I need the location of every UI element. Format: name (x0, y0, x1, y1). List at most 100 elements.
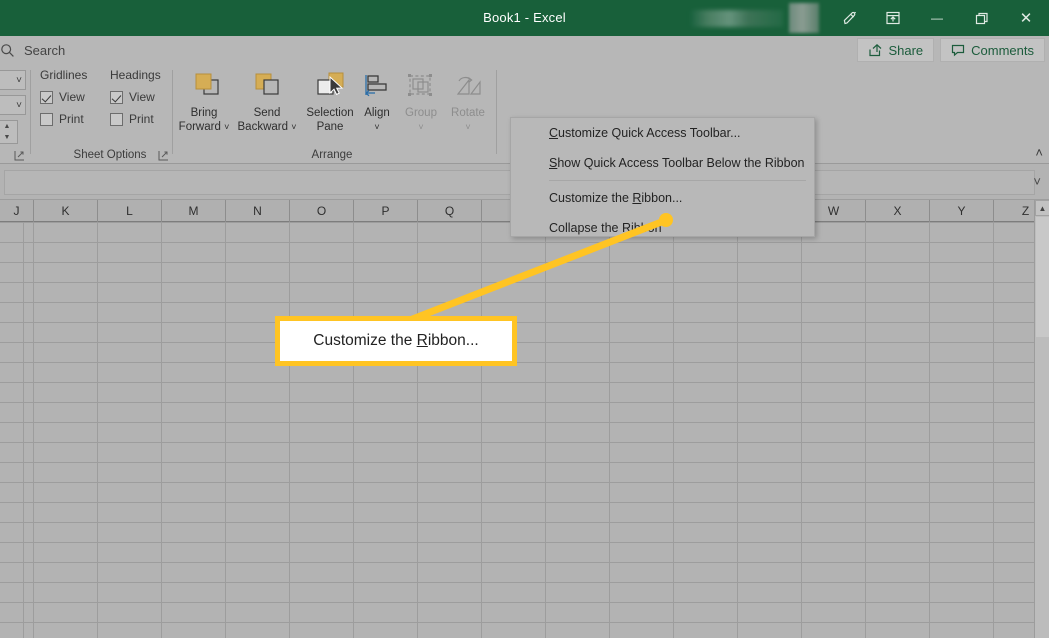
context-menu-item-label: Collapse the Ribbon (549, 221, 662, 235)
context-menu-item-3[interactable]: Collapse the Ribbon (511, 213, 814, 243)
restore-button[interactable] (959, 0, 1003, 36)
send-backward-button[interactable]: Send Backward ˅ (235, 66, 299, 144)
redacted-account-name (691, 9, 783, 27)
share-comments-group: Share Comments (857, 38, 1045, 62)
rotate-icon (452, 69, 484, 103)
minimize-button[interactable]: — (915, 0, 959, 36)
gridlines-view-checkbox[interactable]: View (40, 86, 106, 108)
headings-view-checkbox[interactable]: View (110, 86, 176, 108)
ribbon-group-scale-to-fit: c ˅ c ˅ ▲ ▼ (0, 64, 34, 164)
arrange-group-label: Arrange (311, 149, 353, 161)
search-input[interactable]: Search (0, 39, 192, 61)
close-button[interactable]: ✕ (1003, 0, 1049, 36)
search-and-share-row: Search Share Comments (0, 36, 1049, 64)
checkbox-checked-icon (110, 90, 123, 104)
chevron-down-icon: ˅ (465, 122, 471, 132)
column-header-O[interactable]: O (290, 200, 354, 222)
ribbon-display-options-icon[interactable] (871, 0, 915, 36)
context-menu-item-label: Customize the Ribbon... (549, 191, 683, 205)
ribbon-group-sheet-options: Gridlines View Print Headings View Print… (40, 64, 180, 164)
chevron-down-icon: ˅ (16, 99, 22, 111)
selection-pane-label: Selection Pane (306, 107, 354, 133)
comment-bubble-icon (952, 44, 965, 57)
gridlines-print-label: Print (59, 112, 84, 126)
column-header-M[interactable]: M (162, 200, 226, 222)
column-header-Y[interactable]: Y (930, 200, 994, 222)
headings-header: Headings (110, 68, 161, 82)
sheet-options-dialog-launcher[interactable] (158, 148, 170, 161)
headings-view-label: View (129, 90, 155, 104)
column-header-P[interactable]: P (354, 200, 418, 222)
scroll-up-button[interactable]: ▲ (1035, 200, 1049, 216)
spinner-up-icon: ▲ (3, 123, 11, 130)
selection-pane-button[interactable]: Selection Pane (298, 66, 362, 144)
formula-bar-expand-chevron-icon[interactable]: ˅ (1033, 175, 1041, 188)
context-menu-item-2[interactable]: Customize the Ribbon... (511, 183, 814, 213)
comments-button[interactable]: Comments (940, 38, 1045, 62)
vertical-scrollbar[interactable]: ▲ (1034, 200, 1049, 638)
share-icon (869, 43, 882, 57)
title-bar: Book1 - Excel — ✕ (0, 0, 1049, 36)
bring-forward-label: Bring Forward ˅ (178, 107, 230, 133)
title-bar-right-controls: — ✕ (691, 0, 1049, 36)
context-menu-item-1[interactable]: Show Quick Access Toolbar Below the Ribb… (511, 148, 814, 178)
chevron-down-icon: ˅ (418, 122, 424, 132)
group-label: Group ˅ (405, 107, 437, 132)
comments-label: Comments (971, 42, 1034, 58)
column-header-L[interactable]: L (98, 200, 162, 222)
redacted-account-avatar (789, 3, 819, 33)
bring-forward-icon (187, 69, 221, 103)
pen-ink-icon[interactable] (827, 0, 871, 36)
rotate-label: Rotate ˅ (451, 107, 485, 132)
checkbox-unchecked-icon (40, 112, 53, 126)
checkbox-unchecked-icon (110, 112, 123, 126)
gridlines-view-label: View (59, 90, 85, 104)
search-placeholder: Search (24, 42, 66, 58)
scale-to-fit-dialog-launcher[interactable] (14, 148, 26, 161)
send-backward-icon (250, 69, 284, 103)
spinner-down-icon: ▼ (3, 134, 11, 141)
scale-to-fit-height-dropdown[interactable]: c ˅ (0, 95, 26, 115)
align-button[interactable]: Align ˅ (356, 66, 398, 144)
column-header-X[interactable]: X (866, 200, 930, 222)
ribbon-group-divider (30, 70, 31, 154)
bring-forward-button[interactable]: Bring Forward ˅ (172, 66, 236, 144)
context-menu-item-label: Show Quick Access Toolbar Below the Ribb… (549, 156, 805, 170)
context-menu-item-label: Customize Quick Access Toolbar... (549, 126, 741, 140)
headings-print-checkbox[interactable]: Print (110, 108, 176, 130)
context-menu-separator (549, 180, 806, 181)
ribbon-group-arrange: Bring Forward ˅ Send Backward ˅ Selectio… (172, 64, 492, 164)
checkbox-checked-icon (40, 90, 53, 104)
selection-pane-icon (313, 69, 347, 103)
worksheet-grid[interactable] (0, 222, 1034, 638)
context-menu-item-0[interactable]: Customize Quick Access Toolbar... (511, 118, 814, 148)
collapse-ribbon-chevron-icon[interactable]: ˄ (1035, 146, 1043, 159)
excel-window: Book1 - Excel — ✕ Search Share Comments … (0, 0, 1049, 638)
gridlines-print-checkbox[interactable]: Print (40, 108, 106, 130)
chevron-down-icon: ˅ (374, 122, 380, 132)
scrollbar-thumb[interactable] (1036, 217, 1049, 337)
ribbon-context-menu: Customize Quick Access Toolbar... Show Qu… (510, 117, 815, 237)
sheet-options-gridlines: Gridlines View Print (40, 68, 106, 130)
callout-box: Customize the Ribbon... (275, 316, 517, 366)
column-header-Q[interactable]: Q (418, 200, 482, 222)
sheet-options-headings: Headings View Print (110, 68, 176, 130)
send-backward-label: Send Backward ˅ (237, 107, 297, 133)
share-label: Share (888, 42, 924, 58)
column-header-K[interactable]: K (34, 200, 98, 222)
gridlines-header: Gridlines (40, 68, 88, 82)
column-header-N[interactable]: N (226, 200, 290, 222)
headings-print-label: Print (129, 112, 154, 126)
share-button[interactable]: Share (857, 38, 935, 62)
scale-percent-spinner[interactable]: ▲ ▼ (0, 120, 18, 144)
chevron-down-icon: ˅ (16, 74, 22, 86)
rotate-button: Rotate ˅ (444, 66, 492, 144)
chevron-down-icon: ˅ (291, 122, 297, 132)
chevron-down-icon: ˅ (224, 122, 230, 132)
align-icon (361, 69, 393, 103)
align-label: Align ˅ (364, 107, 390, 132)
search-icon (1, 43, 14, 57)
ribbon-group-divider (496, 70, 497, 154)
column-header-J[interactable]: J (0, 200, 34, 222)
scale-to-fit-width-dropdown[interactable]: c ˅ (0, 70, 26, 90)
